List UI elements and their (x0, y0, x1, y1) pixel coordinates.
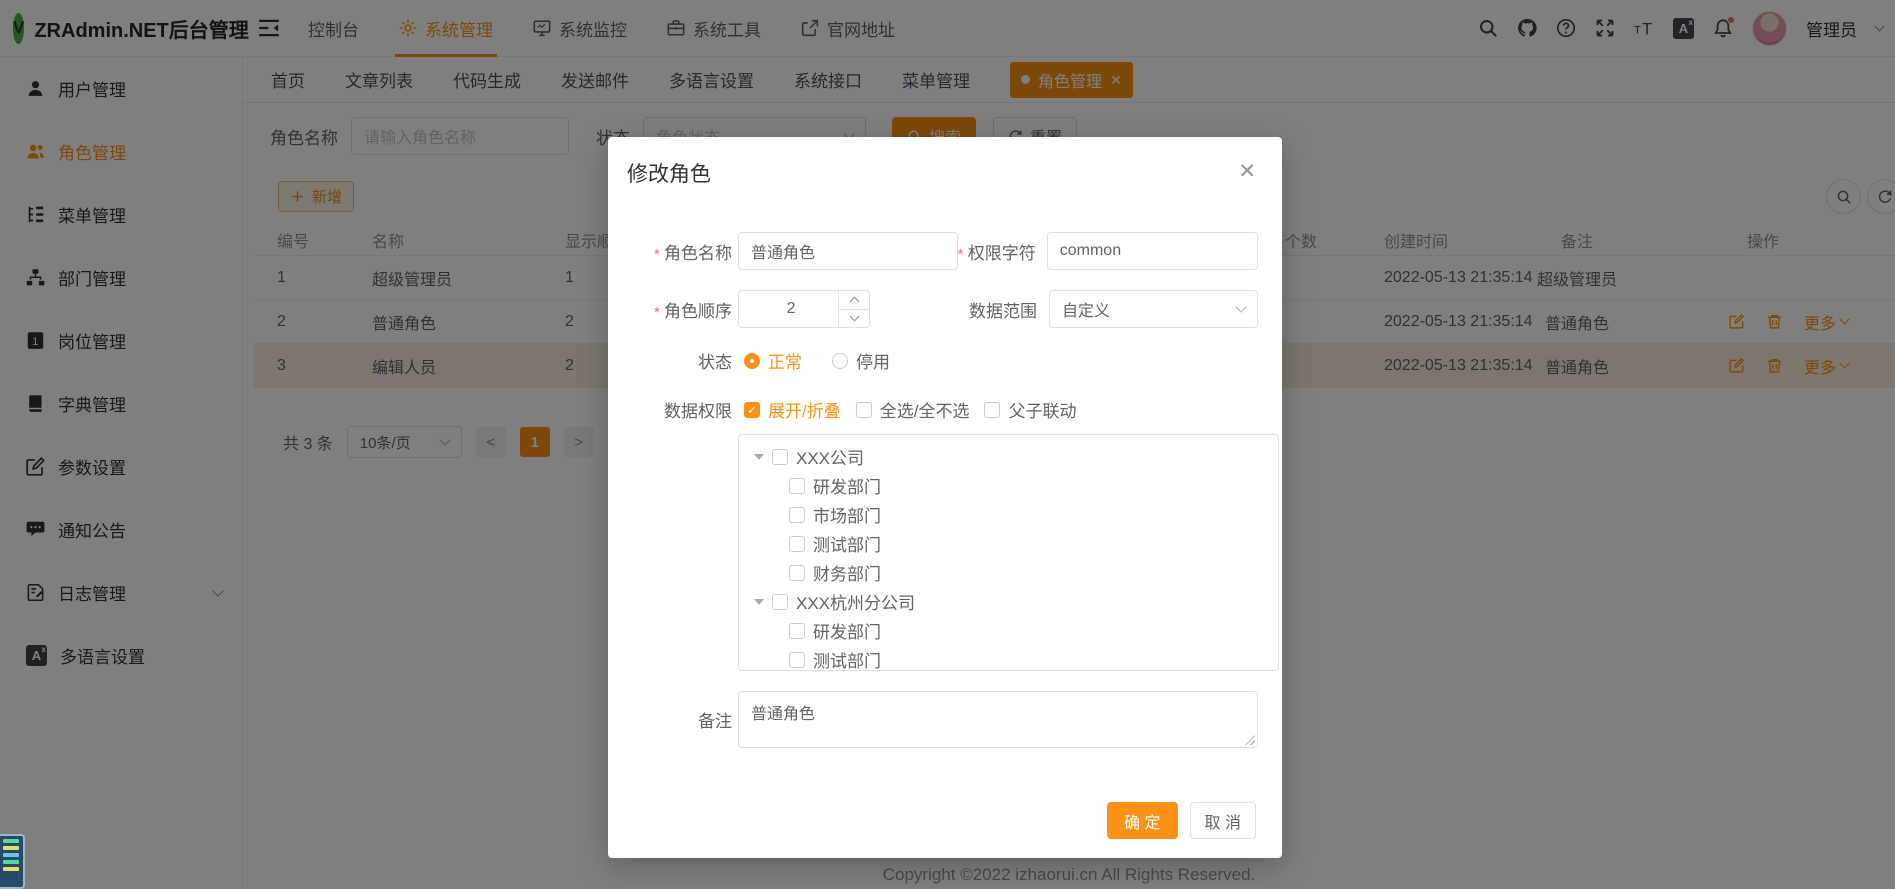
expand-collapse-label: 展开/折叠 (768, 397, 841, 422)
tree-node[interactable]: 研发部门 (739, 471, 1278, 500)
chevron-down-icon (1235, 301, 1246, 312)
status-field-label: 状态 (627, 348, 732, 373)
role-order-value: 2 (787, 300, 796, 318)
checkbox-unchecked-icon[interactable] (789, 536, 805, 552)
tree-node-label: 测试部门 (813, 531, 881, 556)
radio-normal-label: 正常 (768, 348, 802, 373)
tree-node-label: 研发部门 (813, 473, 881, 498)
checkbox-unchecked-icon[interactable] (789, 507, 805, 523)
tree-node[interactable]: 测试部门 (739, 645, 1278, 671)
checkbox-unchecked-icon[interactable] (772, 594, 788, 610)
role-key-field-value: common (1060, 242, 1121, 260)
resize-grip-icon[interactable] (1245, 735, 1255, 745)
tree-node-label: 研发部门 (813, 618, 881, 643)
department-tree: XXX公司研发部门市场部门测试部门财务部门XXX杭州分公司研发部门测试部门 (738, 434, 1279, 671)
stepper-up-button[interactable] (839, 291, 869, 310)
radio-disabled[interactable]: 停用 (832, 348, 890, 373)
checkbox-unchecked-icon (856, 402, 872, 418)
data-perm-label: 数据权限 (627, 397, 732, 422)
checkbox-checked-icon: ✓ (744, 402, 760, 418)
tree-node-label: 财务部门 (813, 560, 881, 585)
form-row-perm: 数据权限 ✓ 展开/折叠 全选/全不选 父子联动 (627, 397, 1258, 422)
radio-disabled-label: 停用 (856, 348, 890, 373)
role-key-field-label: 权限字符 (958, 239, 1035, 264)
app-root: V ZRAdmin.NET后台管理 控制台系统管理系统监控系统工具官网地址 TT… (0, 0, 1895, 889)
cancel-button[interactable]: 取 消 (1190, 802, 1256, 839)
caret-down-icon[interactable] (754, 599, 764, 605)
form-row-2: 角色顺序 2 数据范围 自定义 (627, 290, 1258, 328)
checkbox-unchecked-icon[interactable] (789, 623, 805, 639)
caret-down-icon[interactable] (754, 454, 764, 460)
checkbox-unchecked-icon[interactable] (789, 565, 805, 581)
form-row-1: 角色名称 普通角色 权限字符 common (627, 232, 1258, 270)
modal-title: 修改角色 (627, 158, 1258, 188)
role-name-field[interactable]: 普通角色 (738, 232, 958, 270)
data-scope-select[interactable]: 自定义 (1049, 290, 1258, 328)
checkbox-unchecked-icon[interactable] (789, 478, 805, 494)
tree-node-label: 市场部门 (813, 502, 881, 527)
remark-field-label: 备注 (627, 707, 732, 732)
edit-role-form: 角色名称 普通角色 权限字符 common 角色顺序 2 数据范围 自定义 (627, 232, 1258, 748)
stepper-controls (838, 291, 869, 327)
radio-checked-icon (744, 353, 760, 369)
tree-node[interactable]: 财务部门 (739, 558, 1278, 587)
select-all-label: 全选/全不选 (880, 397, 970, 422)
role-name-field-label: 角色名称 (627, 239, 732, 264)
form-row-status: 状态 正常 停用 (627, 348, 1258, 373)
tree-node[interactable]: 市场部门 (739, 500, 1278, 529)
edit-role-modal: 修改角色 ✕ 角色名称 普通角色 权限字符 common 角色顺序 2 数据范围 (608, 137, 1282, 858)
devtools-widget[interactable] (0, 834, 25, 889)
perm-checkbox-group: ✓ 展开/折叠 全选/全不选 父子联动 (744, 397, 1076, 422)
role-key-field[interactable]: common (1047, 232, 1258, 270)
checkbox-unchecked-icon[interactable] (789, 652, 805, 668)
modal-footer: 确 定 取 消 (608, 802, 1256, 839)
status-radio-group: 正常 停用 (744, 348, 890, 373)
remark-value: 普通角色 (751, 706, 815, 723)
data-scope-label: 数据范围 (870, 297, 1037, 322)
stepper-down-button[interactable] (839, 310, 869, 328)
parent-child-link-label: 父子联动 (1008, 397, 1076, 422)
checkbox-unchecked-icon[interactable] (772, 449, 788, 465)
tree-node-label: XXX公司 (796, 444, 864, 469)
checkbox-select-all[interactable]: 全选/全不选 (856, 397, 970, 422)
close-icon[interactable]: ✕ (1238, 161, 1256, 182)
radio-normal[interactable]: 正常 (744, 348, 802, 373)
tree-node[interactable]: XXX公司 (739, 442, 1278, 471)
radio-unchecked-icon (832, 353, 848, 369)
remark-textarea[interactable]: 普通角色 (738, 691, 1258, 748)
data-scope-value: 自定义 (1062, 297, 1110, 321)
role-order-field-label: 角色顺序 (627, 297, 732, 322)
tree-node-label: 测试部门 (813, 647, 881, 671)
tree-node-label: XXX杭州分公司 (796, 589, 915, 614)
form-row-remark: 备注 普通角色 (627, 691, 1258, 748)
role-order-stepper[interactable]: 2 (738, 290, 870, 328)
tree-node[interactable]: XXX杭州分公司 (739, 587, 1278, 616)
checkbox-parent-child-link[interactable]: 父子联动 (984, 397, 1076, 422)
tree-node[interactable]: 研发部门 (739, 616, 1278, 645)
checkbox-expand-collapse[interactable]: ✓ 展开/折叠 (744, 397, 841, 422)
checkbox-unchecked-icon (984, 402, 1000, 418)
confirm-button[interactable]: 确 定 (1107, 802, 1177, 839)
role-name-field-value: 普通角色 (751, 239, 815, 263)
tree-node[interactable]: 测试部门 (739, 529, 1278, 558)
